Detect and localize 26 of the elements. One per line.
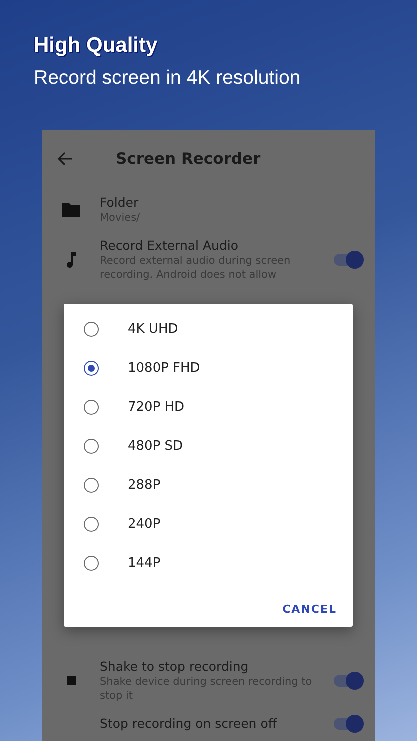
cancel-button[interactable]: CANCEL (278, 597, 341, 622)
setting-title: Stop recording on screen off (100, 715, 278, 732)
folder-icon (62, 202, 80, 217)
app-title: Screen Recorder (116, 150, 261, 168)
resolution-option[interactable]: 1080P FHD (64, 349, 353, 388)
stop-icon (66, 676, 76, 685)
setting-title: Record External Audio (100, 237, 240, 254)
radio-button[interactable] (84, 556, 99, 571)
setting-title: Folder (100, 194, 140, 211)
radio-button[interactable] (84, 400, 99, 415)
resolution-option[interactable]: 4K UHD (64, 310, 353, 349)
radio-button[interactable] (84, 517, 99, 532)
radio-button[interactable] (84, 439, 99, 454)
music-note-icon (66, 252, 76, 268)
radio-button[interactable] (84, 322, 99, 337)
resolution-option[interactable]: 144P (64, 544, 353, 583)
radio-button[interactable] (84, 361, 99, 376)
resolution-option[interactable]: 288P (64, 466, 353, 505)
resolution-option[interactable]: 480P SD (64, 427, 353, 466)
resolution-option[interactable]: 240P (64, 505, 353, 544)
banner-subtitle: Record screen in 4K resolution (34, 66, 301, 91)
banner-title: High Quality (34, 33, 158, 59)
setting-title: Shake to stop recording (100, 658, 250, 675)
back-arrow-icon[interactable] (57, 151, 73, 167)
resolution-option[interactable]: 720P HD (64, 388, 353, 427)
radio-button[interactable] (84, 478, 99, 493)
